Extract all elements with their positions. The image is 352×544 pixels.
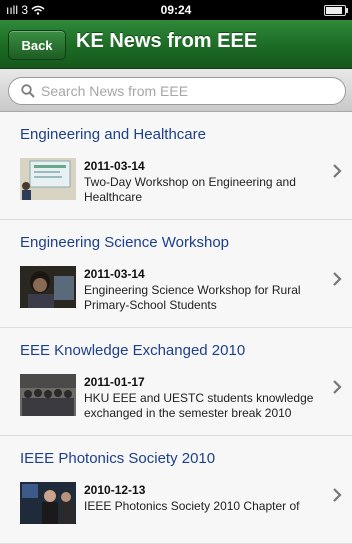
news-thumbnail — [20, 266, 76, 308]
list-item[interactable]: Engineering Science Workshop 2011-03-14 … — [0, 220, 352, 328]
search-icon — [21, 84, 35, 98]
page-title: KE News from EEE — [76, 30, 258, 52]
news-description: IEEE Photonics Society 2010 Chapter of — [84, 499, 300, 513]
news-thumbnail — [20, 482, 76, 524]
news-date: 2011-03-14 — [84, 159, 145, 173]
search-field[interactable] — [8, 77, 346, 105]
news-description: HKU EEE and UESTC students knowledge exc… — [84, 391, 314, 420]
news-description: Two-Day Workshop on Engineering and Heal… — [84, 175, 296, 204]
search-bar — [0, 69, 352, 112]
list-item[interactable]: Engineering and Healthcare 2011-03-14 Tw… — [0, 112, 352, 220]
list-item[interactable]: EEE Knowledge Exchanged 2010 2011-01-17 … — [0, 328, 352, 436]
news-title: Engineering and Healthcare — [20, 126, 206, 143]
news-date: 2011-03-14 — [84, 267, 145, 281]
news-date: 2011-01-17 — [84, 375, 145, 389]
chevron-right-icon — [333, 272, 342, 286]
news-description: Engineering Science Workshop for Rural P… — [84, 283, 301, 312]
chevron-right-icon — [333, 380, 342, 394]
status-time: 09:24 — [160, 3, 192, 17]
chevron-right-icon — [333, 164, 342, 178]
news-thumbnail — [20, 158, 76, 200]
news-thumbnail — [20, 374, 76, 416]
chevron-right-icon — [333, 488, 342, 502]
search-input[interactable] — [41, 83, 321, 99]
status-bar: ııll 3 09:24 — [0, 0, 352, 20]
news-date: 2010-12-13 — [84, 483, 146, 497]
news-title: EEE Knowledge Exchanged 2010 — [20, 342, 246, 359]
news-title: Engineering Science Workshop — [20, 234, 230, 251]
news-list: Engineering and Healthcare 2011-03-14 Tw… — [0, 112, 352, 544]
navigation-bar: Back KE News from EEE — [0, 20, 352, 69]
list-item[interactable]: IEEE Photonics Society 2010 2010-12-13 I… — [0, 436, 352, 544]
news-title: IEEE Photonics Society 2010 — [20, 450, 216, 467]
back-button[interactable]: Back — [8, 30, 66, 60]
battery-icon — [324, 5, 348, 16]
